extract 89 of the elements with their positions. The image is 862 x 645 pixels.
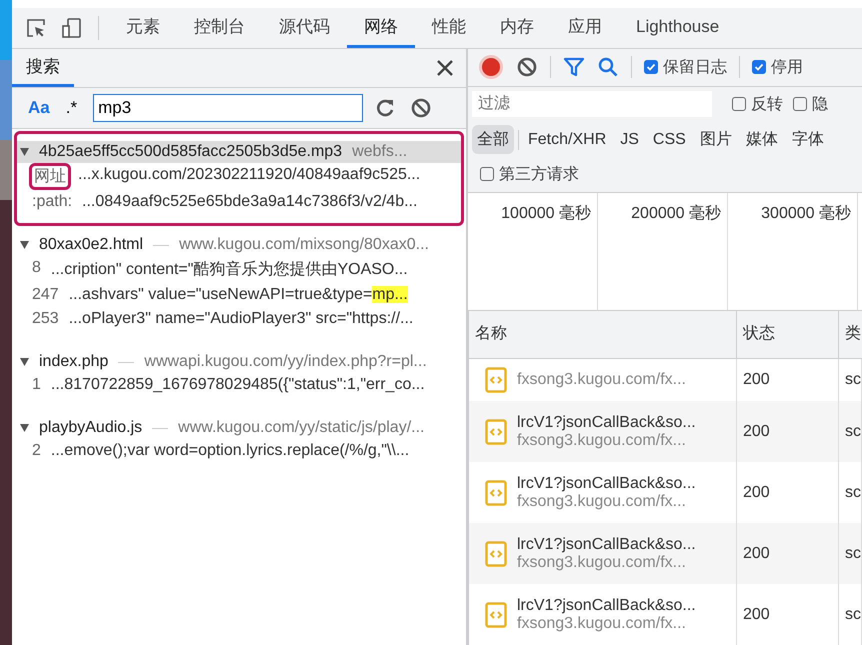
file-url: www.kugou.com/yy/static/js/play/... — [178, 419, 424, 437]
inspect-cursor-icon[interactable] — [24, 16, 48, 40]
script-file-icon — [485, 367, 507, 393]
filter-field[interactable]: 过滤 — [472, 91, 712, 118]
request-url: fxsong3.kugou.com/fx... — [517, 492, 687, 510]
type-filter[interactable]: Fetch/XHR — [523, 126, 612, 153]
line-number: 8 — [32, 259, 41, 278]
script-file-icon — [485, 540, 507, 566]
file-url: wwwapi.kugou.com/yy/index.php?r=pl... — [144, 353, 427, 371]
line-number: :path: — [32, 193, 72, 211]
status-cell: 200 — [737, 584, 839, 645]
type-filter[interactable]: 字体 — [786, 125, 829, 154]
status-cell: 200 — [737, 401, 839, 462]
script-file-icon — [485, 602, 507, 628]
record-icon[interactable] — [478, 54, 504, 80]
panel-tab[interactable]: 元素 — [109, 8, 177, 48]
file-url: webfs... — [352, 143, 408, 161]
match-text[interactable]: ...x.kugou.com/202302211920/40849aaf9c525... — [78, 166, 420, 187]
panel-tab[interactable]: Lighthouse — [619, 8, 736, 48]
column-header[interactable]: 名称 — [469, 311, 737, 358]
checkmark-icon — [646, 62, 656, 72]
request-url: fxsong3.kugou.com/fx... — [517, 371, 686, 389]
clear-icon[interactable] — [410, 97, 432, 119]
checkbox[interactable]: 保留日志 — [644, 56, 727, 78]
request-url: fxsong3.kugou.com/fx... — [517, 554, 687, 572]
file-name: 80xax0e2.html — [39, 236, 144, 254]
line-number: 1 — [32, 376, 41, 394]
panel-tab[interactable]: 内存 — [483, 8, 551, 48]
type-cell: sc — [839, 401, 862, 462]
panel-tab[interactable]: 性能 — [415, 8, 483, 48]
highlighted-label: 网址 — [32, 166, 68, 187]
file-name: 4b25ae5ff5cc500d585facc2505b3d5e.mp3 — [39, 143, 342, 161]
type-cell: sc — [839, 584, 862, 645]
line-number: 253 — [32, 310, 59, 328]
checkbox[interactable]: 停用 — [752, 56, 803, 78]
panel-tab[interactable]: 应用 — [551, 8, 619, 48]
checkbox[interactable]: 第三方请求 — [480, 164, 579, 185]
regex-toggle[interactable]: .* — [62, 98, 82, 118]
type-filter[interactable]: JS — [615, 126, 644, 153]
type-filter[interactable]: 全部 — [472, 125, 514, 154]
panel-tab[interactable]: 控制台 — [177, 8, 262, 48]
type-cell: sc — [839, 523, 862, 584]
request-name[interactable]: lrcV1?jsonCallBack&so... — [517, 536, 696, 554]
request-name[interactable]: lrcV1?jsonCallBack&so... — [517, 596, 696, 614]
file-name: index.php — [39, 353, 108, 371]
request-name[interactable]: lrcV1?jsonCallBack&so... — [517, 474, 696, 492]
checkmark-icon — [754, 62, 764, 72]
filter-icon[interactable] — [563, 56, 585, 78]
match-text[interactable]: ...oPlayer3" name="AudioPlayer3" src="https://... — [68, 310, 414, 328]
script-file-icon — [485, 480, 507, 506]
match-text[interactable]: ...ashvars" value="useNewAPI=true&type=mp... — [68, 286, 408, 304]
checkbox[interactable]: 隐 — [793, 94, 828, 115]
result-file-row[interactable]: 80xax0e2.html www.kugou.com/mixsong/80xax0... — [16, 234, 462, 256]
expand-triangle-icon[interactable] — [20, 241, 29, 249]
close-icon[interactable] — [436, 59, 454, 77]
clear-icon[interactable] — [516, 56, 538, 78]
timeline-tick-label: 300000 毫秒 — [761, 204, 851, 222]
match-text[interactable]: ...8170722859_1676978029485({"status":1,"err_co... — [50, 376, 425, 394]
search-icon[interactable] — [597, 56, 619, 78]
type-filter[interactable]: CSS — [648, 126, 691, 153]
line-number: 247 — [32, 286, 59, 304]
panel-tab[interactable]: 源代码 — [262, 8, 347, 48]
match-case-toggle[interactable]: Aa — [24, 98, 54, 118]
column-header[interactable]: 状态 — [737, 311, 839, 358]
result-file-row[interactable]: 4b25ae5ff5cc500d585facc2505b3d5e.mp3 webfs... — [16, 141, 462, 163]
timeline-tick-label: 100000 毫秒 — [501, 204, 591, 222]
file-name: playbyAudio.js — [39, 419, 142, 437]
device-icon[interactable] — [60, 16, 84, 40]
match-text[interactable]: ...0849aaf9c525e65bde3a9a14c7386f3/v2/4b... — [82, 193, 418, 211]
type-filter[interactable]: 图片 — [694, 125, 737, 154]
type-filter[interactable]: 媒体 — [740, 125, 783, 154]
file-url: www.kugou.com/mixsong/80xax0... — [179, 236, 429, 254]
request-name[interactable]: lrcV1?jsonCallBack&so... — [517, 414, 696, 432]
match-text[interactable]: ...cription" content="酷狗音乐为您提供由YOASO... — [50, 259, 408, 280]
search-field[interactable]: mp3 — [93, 94, 364, 122]
timeline-tick-label: 200000 毫秒 — [631, 204, 721, 222]
checkbox[interactable]: 反转 — [732, 94, 783, 115]
expand-triangle-icon[interactable] — [20, 424, 29, 432]
match-text[interactable]: ...emove();var word=option.lyrics.replace(/%/g,"\\... — [50, 442, 410, 460]
expand-triangle-icon[interactable] — [20, 358, 29, 366]
column-header[interactable]: 类 — [839, 311, 862, 358]
request-url: fxsong3.kugou.com/fx... — [517, 432, 687, 450]
line-number: 2 — [32, 442, 41, 460]
request-url: fxsong3.kugou.com/fx... — [517, 614, 687, 632]
script-file-icon — [485, 418, 507, 444]
status-cell: 200 — [737, 523, 839, 584]
expand-triangle-icon[interactable] — [20, 148, 29, 156]
result-file-row[interactable]: index.php wwwapi.kugou.com/yy/index.php?r=pl... — [16, 351, 462, 373]
result-file-row[interactable]: playbyAudio.js www.kugou.com/yy/static/js/play/... — [16, 417, 462, 439]
